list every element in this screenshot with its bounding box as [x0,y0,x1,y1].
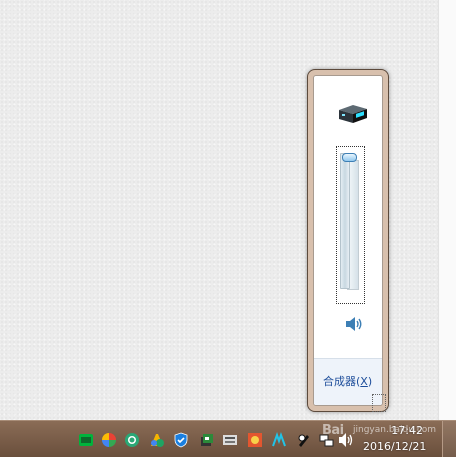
speaker-icon[interactable] [338,432,354,448]
taskbar-clock[interactable]: 17:42 2016/12/21 [363,423,427,455]
360-browser-icon[interactable] [124,432,140,448]
aurora-icon[interactable] [271,432,287,448]
speaker-device-icon[interactable] [337,102,369,126]
desktop-right-strip [438,0,456,420]
network-icon[interactable] [318,432,334,448]
game-icon[interactable] [247,432,263,448]
iqiyi-icon[interactable] [78,432,94,448]
volume-slider-thumb[interactable] [342,153,357,162]
focus-indicator [372,394,386,412]
tools-icon[interactable] [222,432,238,448]
show-desktop-button[interactable] [442,421,456,457]
volume-slider-fill [340,153,350,289]
clock-date: 2016/12/21 [363,440,427,453]
volume-slider[interactable] [336,146,365,304]
360-safe-icon[interactable] [149,432,165,448]
speaker-volume-icon[interactable] [345,316,363,332]
network-manager-icon[interactable] [199,432,215,448]
volume-flyout: 合成器(X) [307,69,389,412]
volume-flyout-panel: 合成器(X) [313,75,383,406]
mixer-link[interactable]: 合成器(X) [323,373,372,389]
pinwheel-browser-icon[interactable] [101,432,117,448]
shield-security-icon[interactable] [173,432,189,448]
clock-time: 17:42 [391,424,423,437]
pen-icon[interactable] [296,432,312,448]
